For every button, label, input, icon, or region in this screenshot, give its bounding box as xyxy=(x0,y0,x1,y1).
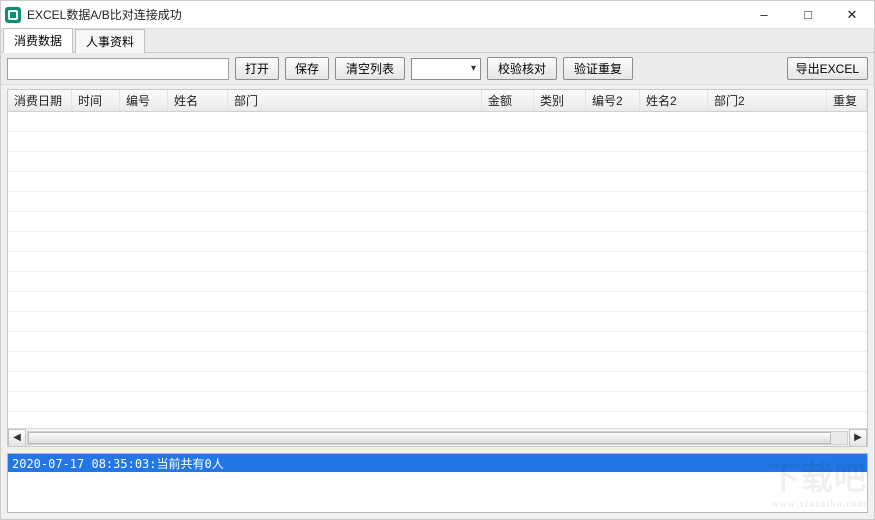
save-button[interactable]: 保存 xyxy=(285,57,329,80)
clear-list-button[interactable]: 清空列表 xyxy=(335,57,405,80)
col-dept2[interactable]: 部门2 xyxy=(708,90,827,111)
col-consume-date[interactable]: 消费日期 xyxy=(8,90,72,111)
col-repeat[interactable]: 重复 xyxy=(827,90,867,111)
mode-select[interactable]: ▾ xyxy=(411,58,481,80)
tab-label: 消费数据 xyxy=(14,34,62,48)
window-controls: – □ ✕ xyxy=(742,1,874,28)
scroll-left-icon[interactable]: ◀ xyxy=(8,429,26,447)
scroll-thumb[interactable] xyxy=(28,432,831,444)
app-icon xyxy=(5,7,21,23)
col-time[interactable]: 时间 xyxy=(72,90,120,111)
tab-personnel[interactable]: 人事资料 xyxy=(75,29,145,53)
verify-button[interactable]: 校验核对 xyxy=(487,57,557,80)
data-grid: 消费日期 时间 编号 姓名 部门 金额 类别 编号2 姓名2 部门2 重复 ◀ … xyxy=(7,89,868,447)
app-window: EXCEL数据A/B比对连接成功 – □ ✕ 消费数据 人事资料 打开 保存 清… xyxy=(0,0,875,520)
col-id[interactable]: 编号 xyxy=(120,90,168,111)
toolbar: 打开 保存 清空列表 ▾ 校验核对 验证重复 导出EXCEL xyxy=(1,53,874,85)
validate-repeat-button[interactable]: 验证重复 xyxy=(563,57,633,80)
export-excel-button[interactable]: 导出EXCEL xyxy=(787,57,868,80)
horizontal-scrollbar[interactable]: ◀ ▶ xyxy=(8,428,867,446)
col-name2[interactable]: 姓名2 xyxy=(640,90,708,111)
minimize-button[interactable]: – xyxy=(742,1,786,28)
chevron-down-icon: ▾ xyxy=(471,63,476,74)
title-bar: EXCEL数据A/B比对连接成功 – □ ✕ xyxy=(1,1,874,29)
status-row[interactable]: 2020-07-17 08:35:03:当前共有0人 xyxy=(8,454,867,472)
grid-body[interactable] xyxy=(8,112,867,428)
tab-bar: 消费数据 人事资料 xyxy=(1,29,874,53)
window-title: EXCEL数据A/B比对连接成功 xyxy=(27,6,742,23)
scroll-track[interactable] xyxy=(27,431,848,445)
col-name[interactable]: 姓名 xyxy=(168,90,228,111)
tab-consume[interactable]: 消费数据 xyxy=(3,28,73,53)
status-text: 2020-07-17 08:35:03:当前共有0人 xyxy=(12,455,224,472)
col-id2[interactable]: 编号2 xyxy=(586,90,640,111)
maximize-button[interactable]: □ xyxy=(786,1,830,28)
open-button[interactable]: 打开 xyxy=(235,57,279,80)
col-dept[interactable]: 部门 xyxy=(228,90,482,111)
tab-label: 人事资料 xyxy=(86,35,134,49)
col-category[interactable]: 类别 xyxy=(534,90,586,111)
status-list[interactable]: 2020-07-17 08:35:03:当前共有0人 xyxy=(7,453,868,513)
grid-header: 消费日期 时间 编号 姓名 部门 金额 类别 编号2 姓名2 部门2 重复 xyxy=(8,90,867,112)
path-input[interactable] xyxy=(7,58,229,80)
col-amount[interactable]: 金额 xyxy=(482,90,534,111)
close-button[interactable]: ✕ xyxy=(830,1,874,28)
scroll-right-icon[interactable]: ▶ xyxy=(849,429,867,447)
